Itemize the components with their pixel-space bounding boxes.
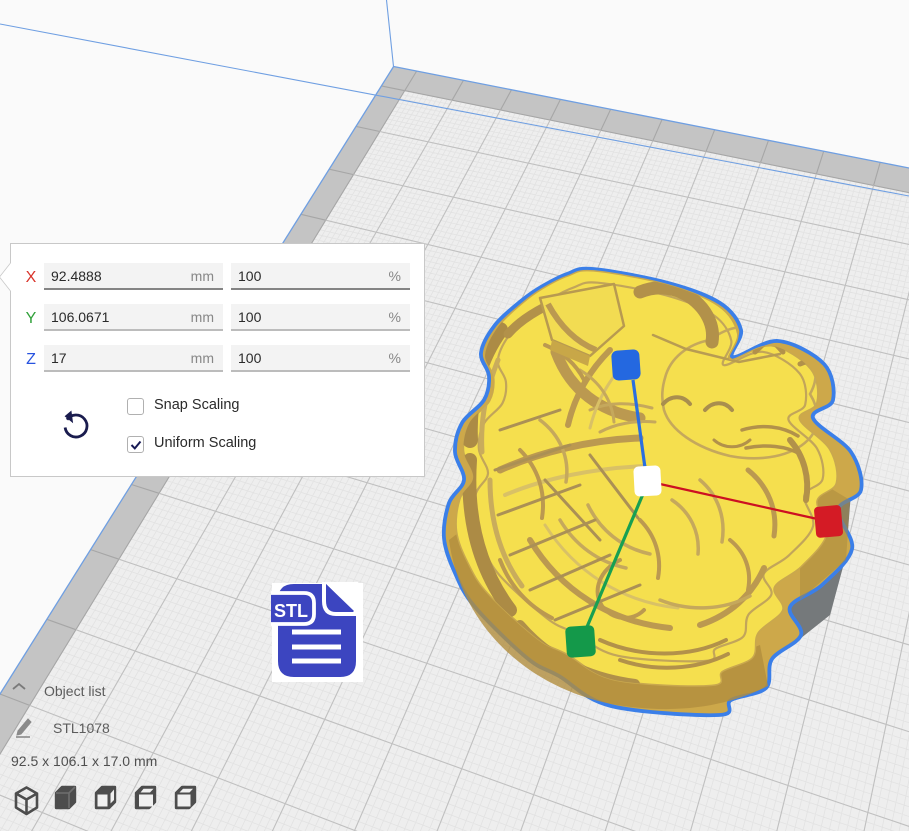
svg-text:STL: STL: [274, 601, 308, 621]
